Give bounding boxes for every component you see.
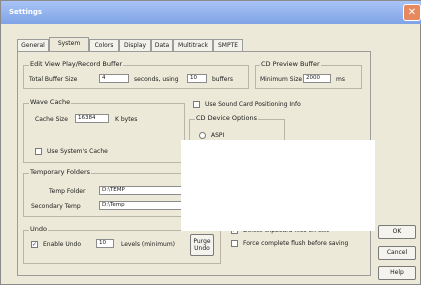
- buffers-count-input[interactable]: 10: [187, 74, 207, 83]
- tab-display[interactable]: Display: [119, 39, 151, 51]
- cache-unit-label: K bytes: [115, 116, 138, 123]
- cd-device-options-title: CD Device Options: [195, 114, 258, 122]
- tab-general[interactable]: General: [17, 39, 49, 51]
- help-button[interactable]: Help: [378, 266, 416, 280]
- minimum-size-input[interactable]: 2000: [303, 74, 331, 83]
- tab-data[interactable]: Data: [151, 39, 173, 51]
- force-flush-label: Force complete flush before saving: [243, 240, 349, 247]
- ok-button[interactable]: OK: [378, 225, 416, 239]
- close-button[interactable]: ✕: [403, 4, 421, 21]
- title-bar: Settings ✕: [1, 1, 421, 24]
- total-buffer-input[interactable]: 4: [99, 74, 129, 83]
- tab-multitrack[interactable]: Multitrack: [173, 39, 213, 51]
- temp-folder-label: Temp Folder: [49, 188, 86, 195]
- occluding-white-box: [181, 140, 375, 231]
- buffers-label: buffers: [212, 76, 234, 83]
- temp-folders-title: Temporary Folders: [29, 168, 92, 176]
- tab-system[interactable]: System: [49, 37, 89, 51]
- positioning-label: Use Sound Card Positioning Info: [205, 101, 301, 108]
- undo-levels-input[interactable]: 10: [96, 239, 114, 248]
- ms-unit-label: ms: [336, 76, 345, 83]
- wave-cache-title: Wave Cache: [29, 98, 72, 106]
- enable-undo-checkbox[interactable]: ✓: [31, 241, 38, 248]
- cache-size-input[interactable]: 16384: [75, 114, 109, 123]
- aspi-label: ASPI: [211, 132, 225, 139]
- tab-colors[interactable]: Colors: [89, 39, 119, 51]
- force-flush-checkbox[interactable]: [231, 240, 238, 247]
- seconds-using-label: seconds, using: [134, 76, 179, 83]
- cancel-button[interactable]: Cancel: [378, 246, 416, 260]
- minimum-size-label: Minimum Size: [260, 76, 303, 83]
- cd-preview-title: CD Preview Buffer: [260, 60, 321, 68]
- tab-smpte[interactable]: SMPTE: [213, 39, 243, 51]
- window-title: Settings: [9, 8, 43, 16]
- aspi-radio[interactable]: [199, 132, 206, 139]
- enable-undo-label: Enable Undo: [43, 241, 82, 248]
- temp-folders-group: [23, 173, 193, 217]
- purge-undo-button[interactable]: Purge Undo: [190, 234, 214, 256]
- edit-buffer-title: Edit View Play/Record Buffer: [29, 60, 124, 68]
- use-system-cache-checkbox[interactable]: [35, 148, 42, 155]
- undo-levels-label: Levels (minimum): [121, 241, 176, 248]
- secondary-temp-input[interactable]: D:\Temp: [99, 201, 185, 210]
- undo-title: Undo: [29, 225, 48, 233]
- settings-dialog: Settings ✕ General System Colors Display…: [0, 0, 421, 285]
- secondary-temp-label: Secondary Temp: [31, 203, 81, 210]
- temp-folder-input[interactable]: D:\TEMP: [99, 186, 185, 195]
- total-buffer-label: Total Buffer Size: [29, 76, 78, 83]
- cache-size-label: Cache Size: [35, 116, 68, 123]
- use-system-cache-label: Use System's Cache: [47, 148, 108, 155]
- positioning-checkbox[interactable]: [193, 101, 200, 108]
